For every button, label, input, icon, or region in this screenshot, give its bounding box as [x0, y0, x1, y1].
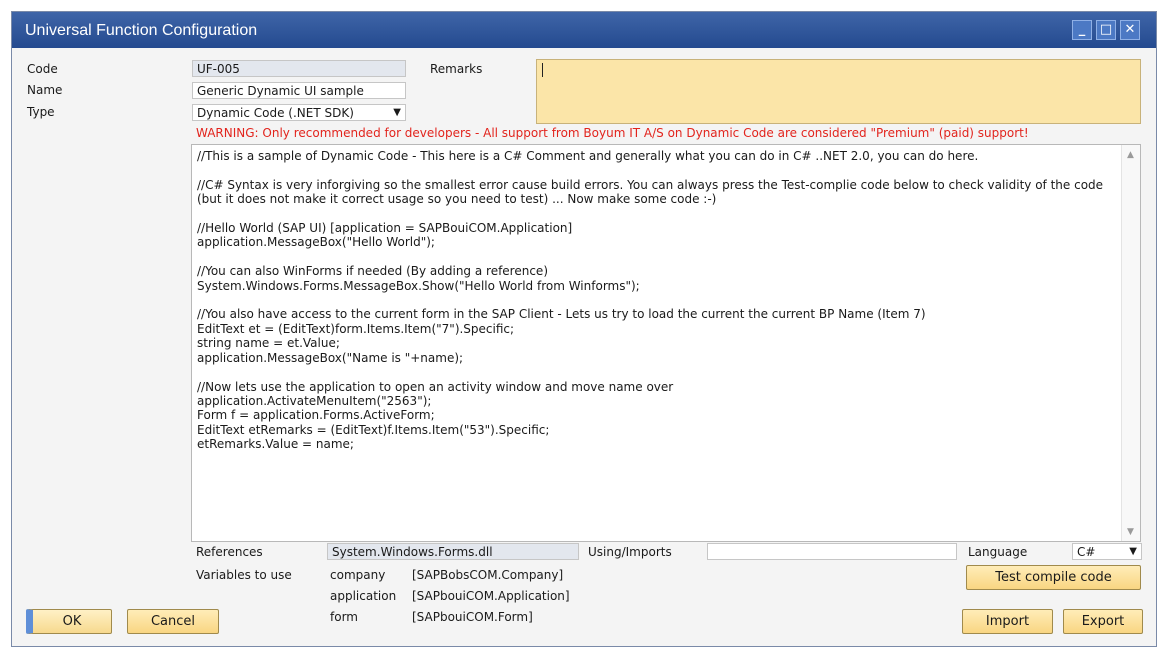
- type-dropdown-value: Dynamic Code (.NET SDK): [197, 106, 354, 120]
- maximize-button[interactable]: □: [1096, 20, 1116, 40]
- code-label: Code: [27, 62, 58, 76]
- ok-button[interactable]: OK: [26, 609, 112, 634]
- variable-type-company: [SAPBobsCOM.Company]: [412, 568, 564, 582]
- remarks-textarea[interactable]: [536, 59, 1141, 124]
- export-button[interactable]: Export: [1063, 609, 1143, 634]
- references-field[interactable]: System.Windows.Forms.dll: [327, 543, 579, 560]
- premium-support-warning: WARNING: Only recommended for developers…: [196, 126, 1029, 140]
- scroll-up-arrow-icon[interactable]: ▲: [1127, 150, 1134, 160]
- minimize-button[interactable]: _: [1072, 20, 1092, 40]
- variable-name-form: form: [330, 610, 358, 624]
- scroll-down-arrow-icon[interactable]: ▼: [1127, 527, 1134, 537]
- dropdown-arrow-icon: ▼: [1129, 546, 1137, 557]
- window-title: Universal Function Configuration: [25, 22, 258, 39]
- code-editor-scrollbar[interactable]: ▲ ▼: [1121, 145, 1140, 541]
- using-imports-label: Using/Imports: [588, 545, 672, 559]
- type-label: Type: [27, 105, 55, 119]
- cancel-button[interactable]: Cancel: [127, 609, 219, 634]
- close-button[interactable]: ✕: [1120, 20, 1140, 40]
- code-text: //This is a sample of Dynamic Code - Thi…: [197, 149, 1104, 452]
- remarks-label: Remarks: [430, 62, 483, 76]
- dropdown-arrow-icon: ▼: [393, 107, 401, 118]
- language-dropdown[interactable]: C# ▼: [1072, 543, 1142, 560]
- code-field[interactable]: UF-005: [192, 60, 406, 77]
- references-label: References: [196, 545, 263, 559]
- variable-name-application: application: [330, 589, 397, 603]
- name-label: Name: [27, 83, 63, 97]
- code-editor[interactable]: //This is a sample of Dynamic Code - Thi…: [191, 144, 1141, 542]
- language-label: Language: [968, 545, 1028, 559]
- variable-type-application: [SAPbouiCOM.Application]: [412, 589, 570, 603]
- using-imports-field[interactable]: [707, 543, 957, 560]
- type-dropdown[interactable]: Dynamic Code (.NET SDK) ▼: [192, 104, 406, 121]
- language-dropdown-value: C#: [1077, 545, 1096, 559]
- variables-label: Variables to use: [196, 568, 292, 582]
- import-button[interactable]: Import: [962, 609, 1053, 634]
- name-field[interactable]: Generic Dynamic UI sample: [192, 82, 406, 99]
- variable-name-company: company: [330, 568, 386, 582]
- variable-type-form: [SAPbouiCOM.Form]: [412, 610, 533, 624]
- test-compile-button[interactable]: Test compile code: [966, 565, 1141, 590]
- title-bar[interactable]: Universal Function Configuration _ □ ✕: [12, 12, 1156, 48]
- text-cursor: [542, 63, 543, 77]
- universal-function-configuration-window: Universal Function Configuration _ □ ✕ C…: [11, 11, 1157, 647]
